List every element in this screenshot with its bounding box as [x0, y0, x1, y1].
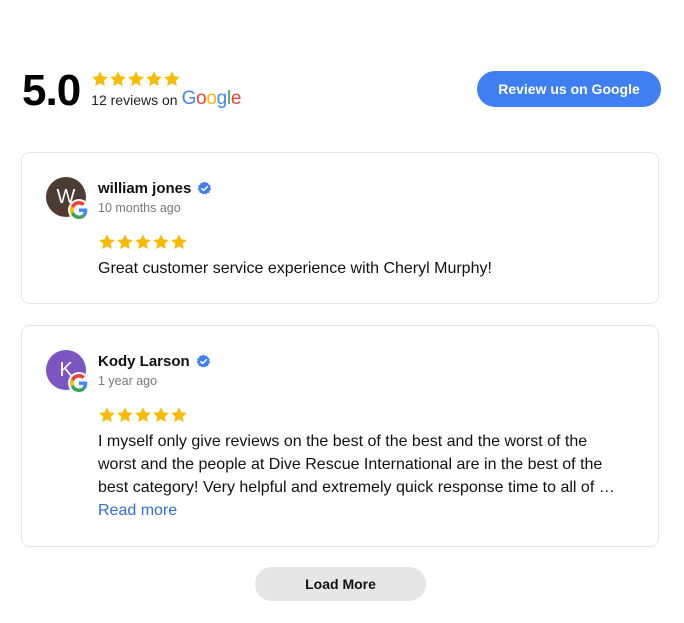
review-author: william jones: [98, 180, 212, 197]
star-icon: [109, 70, 127, 88]
review-us-on-google-button[interactable]: Review us on Google: [477, 71, 661, 107]
star-icon: [170, 406, 188, 424]
rating-summary: 5.0 12 reviews on Google: [22, 66, 241, 116]
star-icon: [116, 406, 134, 424]
star-icon: [152, 406, 170, 424]
review-time: 1 year ago: [98, 374, 158, 388]
author-name: william jones: [98, 180, 192, 197]
star-icon: [134, 406, 152, 424]
star-icon: [116, 233, 134, 251]
review-author: Kody Larson: [98, 353, 211, 370]
review-card: W william jones 10 months ago Great cust…: [21, 152, 659, 304]
review-card: K Kody Larson 1 year ago I myself only g…: [21, 325, 659, 547]
review-text: Great customer service experience with C…: [98, 260, 492, 277]
review-count: 12 reviews on: [91, 92, 178, 108]
verified-icon: [197, 181, 212, 196]
review-count-line: 12 reviews on Google: [91, 89, 241, 108]
review-stars: [98, 233, 188, 251]
star-icon: [163, 70, 181, 88]
avatar: K: [46, 350, 90, 394]
review-stars: [98, 406, 188, 424]
star-icon: [134, 233, 152, 251]
load-more-button[interactable]: Load More: [255, 567, 426, 601]
avatar: W: [46, 177, 90, 221]
summary-stars: [91, 70, 241, 88]
star-icon: [170, 233, 188, 251]
author-name: Kody Larson: [98, 353, 190, 370]
google-badge-icon: [68, 199, 90, 221]
star-icon: [145, 70, 163, 88]
review-text: I myself only give reviews on the best o…: [98, 433, 615, 496]
read-more-link[interactable]: Read more: [98, 499, 628, 522]
star-icon: [98, 406, 116, 424]
rating-details: 12 reviews on Google: [91, 70, 241, 108]
star-icon: [152, 233, 170, 251]
star-icon: [91, 70, 109, 88]
verified-icon: [196, 354, 211, 369]
star-icon: [98, 233, 116, 251]
google-badge-icon: [68, 372, 90, 394]
review-time: 10 months ago: [98, 201, 181, 215]
star-icon: [127, 70, 145, 88]
average-rating: 5.0: [22, 66, 81, 115]
google-logo-text: Google: [181, 88, 242, 109]
